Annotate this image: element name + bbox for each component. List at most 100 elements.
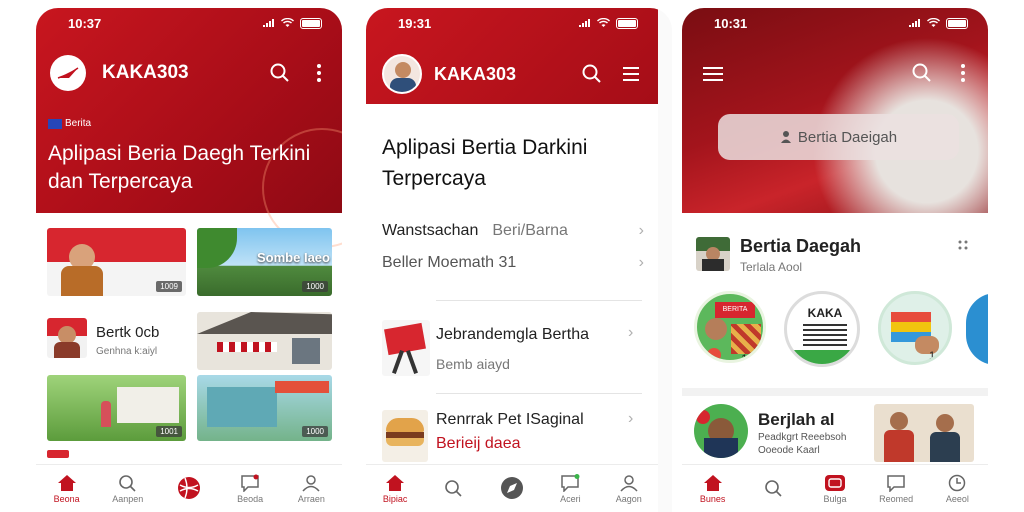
status-time: 10:31 bbox=[714, 15, 748, 31]
grid-dots-icon[interactable] bbox=[958, 240, 968, 250]
story-circle[interactable]: 1 bbox=[878, 291, 952, 365]
tab-center[interactable] bbox=[161, 476, 217, 502]
divider bbox=[436, 393, 642, 394]
tab-messages[interactable]: Aceri bbox=[542, 473, 598, 504]
news-tile-house[interactable] bbox=[197, 312, 332, 370]
battery-icon bbox=[300, 17, 322, 29]
menu-icon[interactable] bbox=[702, 66, 724, 82]
news-title[interactable]: Jebrandemgla Bertha bbox=[436, 326, 589, 344]
tab-home[interactable]: Beona bbox=[39, 474, 95, 504]
card-line: Ooeode Kaarl bbox=[758, 445, 820, 456]
tab-video[interactable]: Bulga bbox=[807, 474, 863, 504]
wifi-icon bbox=[281, 18, 294, 28]
tab-home[interactable]: Bipiac bbox=[367, 474, 423, 504]
section-thumb bbox=[696, 237, 730, 271]
video-icon bbox=[824, 474, 846, 492]
phone-screen-home: 10:37 KAKA303 Berita Aplipasi Beria Daeg… bbox=[36, 8, 342, 512]
battery-icon bbox=[946, 17, 968, 29]
clock-icon bbox=[947, 474, 967, 492]
tab-clock[interactable]: Aeeol bbox=[929, 474, 985, 504]
search-icon bbox=[764, 479, 784, 497]
story-circle[interactable]: KAKA bbox=[784, 291, 860, 367]
search-icon bbox=[444, 479, 464, 497]
tab-search[interactable] bbox=[426, 479, 482, 499]
ball-icon bbox=[177, 476, 201, 500]
status-bar: 19:31 bbox=[366, 8, 658, 38]
home-icon bbox=[57, 474, 77, 492]
app-name: KAKA303 bbox=[102, 62, 189, 83]
menu-icon[interactable] bbox=[622, 66, 640, 82]
tile-badge: 1001 bbox=[156, 426, 182, 437]
search-icon[interactable] bbox=[582, 64, 602, 84]
hero-title: Aplipasi Beria Daegh Terkini dan Terperc… bbox=[48, 142, 311, 193]
menu-row[interactable]: Wanstsachan Beri/Barna › bbox=[382, 222, 644, 240]
news-subtitle: Berieij daea bbox=[436, 435, 521, 452]
blurred-header bbox=[682, 8, 988, 213]
signal-icon bbox=[262, 18, 275, 28]
status-time: 10:37 bbox=[68, 15, 102, 31]
news-thumb-sign[interactable] bbox=[382, 320, 430, 376]
signal-icon bbox=[578, 18, 591, 28]
tab-center[interactable] bbox=[484, 476, 540, 502]
news-title[interactable]: Renrrak Pet ISaginal bbox=[436, 411, 584, 429]
status-bar: 10:31 bbox=[682, 8, 988, 38]
news-subtitle: Genhna k:aiyl bbox=[96, 346, 158, 357]
status-bar: 10:37 bbox=[36, 8, 342, 38]
phone-screen-menu: 19:31 KAKA303 Aplipasi Bertia Darkini Te… bbox=[366, 8, 672, 512]
wifi-icon bbox=[927, 18, 940, 28]
compass-icon bbox=[500, 476, 524, 500]
bottom-tab-bar: Beona Aanpen Beoda Arraen bbox=[36, 464, 342, 512]
card-thumb-people[interactable] bbox=[874, 404, 974, 462]
news-tile-landscape[interactable]: Sombe Iaeo 1000 bbox=[197, 228, 332, 296]
news-thumb-food[interactable] bbox=[382, 410, 428, 462]
tab-search[interactable] bbox=[746, 479, 802, 499]
status-time: 19:31 bbox=[398, 15, 432, 31]
card-avatar[interactable] bbox=[694, 404, 748, 458]
menu-row[interactable]: Beller Moemath 31 › bbox=[382, 254, 644, 272]
tab-profile[interactable]: Arraen bbox=[283, 474, 339, 504]
flag-badge bbox=[48, 118, 62, 129]
chevron-right-icon: › bbox=[628, 324, 634, 341]
category-tag: Berita bbox=[48, 118, 91, 129]
chevron-right-icon: › bbox=[638, 254, 644, 271]
phone-screen-discover: 10:31 Bertia Daeigah Bertia Daegah Terla… bbox=[682, 8, 988, 512]
card-line: Peadkgrt Reeebsoh bbox=[758, 432, 847, 443]
story-circle[interactable]: BERITA 1 bbox=[694, 291, 766, 363]
more-vertical-icon[interactable] bbox=[316, 63, 322, 83]
user-icon bbox=[619, 474, 639, 492]
news-tile-building[interactable]: 1000 bbox=[197, 375, 332, 441]
divider bbox=[682, 388, 988, 396]
card-title[interactable]: Berjlah al bbox=[758, 410, 835, 430]
tile-badge: 1009 bbox=[156, 281, 182, 292]
section-title: Bertia Daegah bbox=[740, 236, 862, 256]
tab-profile[interactable]: Aagon bbox=[601, 474, 657, 504]
user-small-icon bbox=[780, 130, 792, 144]
news-tile-flag[interactable]: 1009 bbox=[47, 228, 186, 296]
search-field[interactable]: Bertia Daeigah bbox=[718, 114, 959, 160]
news-tile-school[interactable]: 1001 bbox=[47, 375, 186, 441]
app-logo-icon bbox=[50, 55, 86, 91]
signal-icon bbox=[908, 18, 921, 28]
wifi-icon bbox=[597, 18, 610, 28]
news-title[interactable]: Bertk 0cb bbox=[96, 324, 159, 341]
tab-search[interactable]: Aanpen bbox=[100, 474, 156, 504]
search-icon[interactable] bbox=[270, 63, 290, 83]
news-subtitle: Bemb aiayd bbox=[436, 356, 510, 372]
chat-icon bbox=[886, 474, 906, 492]
avatar[interactable] bbox=[382, 54, 422, 94]
section-subtitle: Terlala Aool bbox=[740, 260, 803, 274]
story-circle[interactable] bbox=[966, 293, 988, 365]
home-icon bbox=[703, 474, 723, 492]
tile-badge: 1000 bbox=[302, 281, 328, 292]
more-vertical-icon[interactable] bbox=[960, 63, 966, 83]
tab-messages[interactable]: Reomed bbox=[868, 474, 924, 504]
chevron-right-icon: › bbox=[638, 222, 644, 239]
search-icon[interactable] bbox=[912, 63, 932, 83]
chat-icon bbox=[240, 474, 260, 492]
search-icon bbox=[118, 474, 138, 492]
battery-icon bbox=[616, 17, 638, 29]
tab-messages[interactable]: Beoda bbox=[222, 474, 278, 504]
hero-title: Aplipasi Bertia Darkini Terpercaya bbox=[382, 136, 588, 190]
tab-home[interactable]: Bunes bbox=[685, 474, 741, 504]
news-thumb-person[interactable] bbox=[47, 318, 87, 358]
